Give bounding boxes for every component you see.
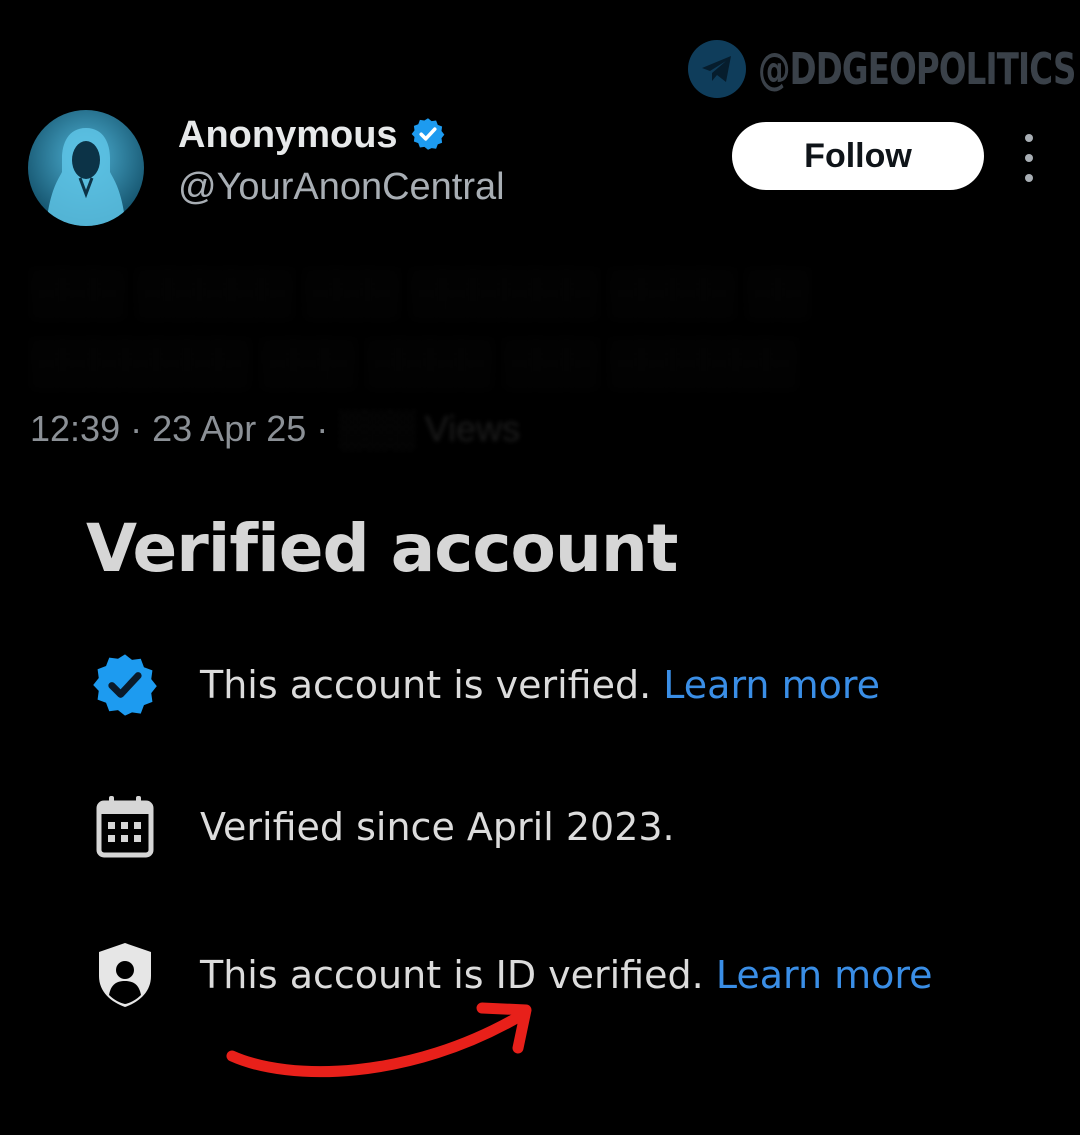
verified-badge-icon[interactable] [410, 116, 446, 156]
id-shield-icon [86, 936, 164, 1014]
learn-more-link[interactable]: Learn more [716, 953, 933, 997]
panel-title: Verified account [86, 510, 678, 587]
annotation-arrow [226, 1002, 532, 1078]
author-handle[interactable]: @YourAnonCentral [178, 166, 505, 209]
verified-since-row: Verified since April 2023. [86, 788, 675, 866]
avatar[interactable] [28, 110, 144, 226]
telegram-icon [688, 40, 746, 98]
meta-separator: · [316, 408, 329, 449]
author-name-row[interactable]: Anonymous [178, 114, 446, 157]
follow-button[interactable]: Follow [732, 122, 984, 190]
verified-since-text: Verified since April 2023. [200, 805, 675, 849]
watermark-text: @DDGEOPOLITICS [758, 43, 1076, 95]
calendar-icon [86, 788, 164, 866]
tweet-views-obscured: ░░░ Views [338, 408, 521, 449]
verified-row: This account is verified. Learn more [86, 646, 880, 724]
tweet-text-obscured: ░░░ ░░░░░ ░░░ ░░░░░░ ░░░░ ░░ ░░░░░░░ ░░░… [30, 268, 809, 387]
verified-row-text: This account is verified. [200, 663, 652, 707]
learn-more-link[interactable]: Learn more [663, 663, 880, 707]
watermark: @DDGEOPOLITICS [688, 40, 1080, 98]
tweet-meta: 12:39 · 23 Apr 25 · ░░░ Views [30, 408, 520, 450]
tweet-date[interactable]: 23 Apr 25 [152, 408, 306, 449]
verified-badge-icon [86, 646, 164, 724]
tweet-time[interactable]: 12:39 [30, 408, 120, 449]
meta-separator: · [130, 408, 143, 449]
more-vertical-icon[interactable] [1012, 134, 1046, 182]
author-name[interactable]: Anonymous [178, 114, 398, 157]
